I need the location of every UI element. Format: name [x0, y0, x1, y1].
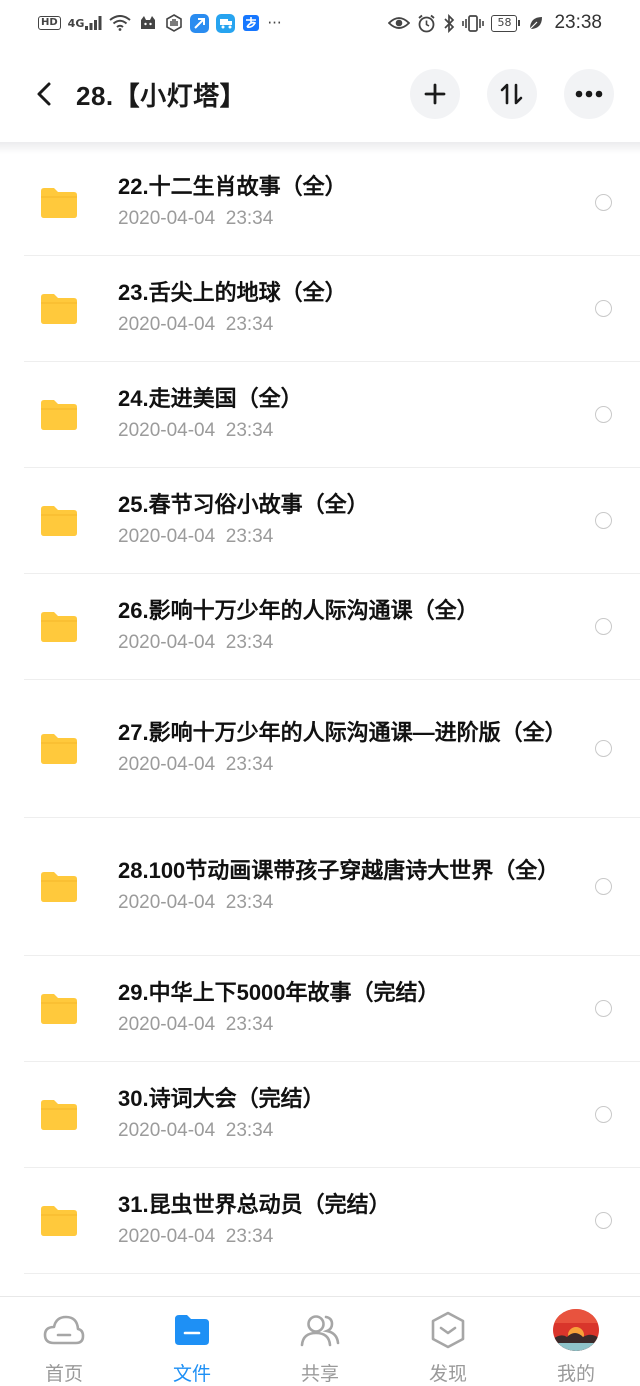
list-item[interactable]: 26.影响十万少年的人际沟通课（全） 2020-04-04 23:34	[24, 574, 640, 680]
folder-icon	[41, 1205, 77, 1236]
select-radio[interactable]	[595, 1212, 612, 1229]
bottom-nav: 首页 文件 共享 发现 我的	[0, 1296, 640, 1386]
folder-icon	[41, 399, 77, 430]
file-name: 29.中华上下5000年故事（完结）	[118, 980, 440, 1005]
list-item[interactable]: 24.走进美国（全） 2020-04-04 23:34	[24, 362, 640, 468]
status-time: 23:38	[554, 12, 602, 33]
list-item[interactable]: 27.影响十万少年的人际沟通课—进阶版（全） 2020-04-04 23:34	[24, 680, 640, 818]
discover-icon	[426, 1309, 470, 1351]
add-button[interactable]	[410, 69, 460, 119]
file-name: 22.十二生肖故事（全）	[118, 174, 347, 199]
nav-mine[interactable]: 我的	[512, 1297, 640, 1386]
folder-icon	[41, 187, 77, 218]
file-date: 2020-04-04 23:34	[118, 1120, 274, 1141]
file-name: 23.舌尖上的地球（全）	[118, 280, 347, 305]
list-item[interactable]: 30.诗词大会（完结） 2020-04-04 23:34	[24, 1062, 640, 1168]
avatar	[553, 1309, 599, 1351]
battery-indicator: 58	[491, 14, 521, 32]
folder-icon	[41, 1099, 77, 1130]
folder-filled-icon	[170, 1309, 214, 1351]
delivery-app-icon	[216, 13, 236, 33]
sort-icon	[500, 83, 523, 105]
alipay-icon	[242, 14, 260, 32]
page-title: 28.【小灯塔】	[76, 80, 247, 111]
file-date: 2020-04-04 23:34	[118, 420, 274, 441]
file-date: 2020-04-04 23:34	[118, 314, 274, 335]
folder-icon	[41, 293, 77, 324]
blue-app-icon	[190, 13, 210, 33]
file-date: 2020-04-04 23:34	[118, 1226, 274, 1247]
file-date: 2020-04-04 23:34	[118, 632, 274, 653]
folder-icon	[41, 871, 77, 902]
leaf-icon	[528, 15, 543, 31]
wifi-icon	[109, 15, 131, 31]
file-name: 25.春节习俗小故事（全）	[118, 492, 369, 517]
hand-app-icon	[165, 14, 183, 32]
folder-icon	[41, 505, 77, 536]
nav-share[interactable]: 共享	[256, 1297, 384, 1386]
file-name: 28.100节动画课带孩子穿越唐诗大世界（全）	[118, 858, 560, 883]
eye-comfort-icon	[388, 15, 411, 31]
back-button[interactable]	[20, 69, 70, 119]
more-notifications-icon: ···	[267, 13, 282, 32]
select-radio[interactable]	[595, 512, 612, 529]
cat-app-icon	[138, 15, 158, 31]
cell-signal-icon: 4G	[68, 15, 103, 31]
status-bar: HD 4G ··· 58 23:38	[0, 0, 640, 46]
nav-files[interactable]: 文件	[128, 1297, 256, 1386]
vibrate-icon	[462, 14, 485, 33]
file-list: 22.十二生肖故事（全） 2020-04-04 23:34 23.舌尖上的地球（全…	[0, 150, 640, 1274]
header-bar: 28.【小灯塔】	[0, 46, 640, 142]
chevron-left-icon	[37, 82, 51, 106]
cloud-icon	[42, 1309, 86, 1351]
list-item[interactable]: 23.舌尖上的地球（全） 2020-04-04 23:34	[24, 256, 640, 362]
file-date: 2020-04-04 23:34	[118, 754, 274, 775]
nav-discover[interactable]: 发现	[384, 1297, 512, 1386]
list-item[interactable]: 31.昆虫世界总动员（完结） 2020-04-04 23:34	[24, 1168, 640, 1274]
file-name: 26.影响十万少年的人际沟通课（全）	[118, 598, 479, 623]
file-date: 2020-04-04 23:34	[118, 1014, 274, 1035]
plus-icon	[424, 83, 446, 105]
select-radio[interactable]	[595, 406, 612, 423]
list-item[interactable]: 25.春节习俗小故事（全） 2020-04-04 23:34	[24, 468, 640, 574]
folder-icon	[41, 733, 77, 764]
hd-indicator: HD	[38, 16, 61, 30]
file-name: 30.诗词大会（完结）	[118, 1086, 325, 1111]
more-horizontal-icon	[575, 90, 603, 98]
nav-home-label: 首页	[44, 1363, 83, 1385]
select-radio[interactable]	[595, 300, 612, 317]
file-name: 24.走进美国（全）	[118, 386, 303, 411]
list-item[interactable]: 22.十二生肖故事（全） 2020-04-04 23:34	[24, 150, 640, 256]
list-item[interactable]: 29.中华上下5000年故事（完结） 2020-04-04 23:34	[24, 956, 640, 1062]
select-radio[interactable]	[595, 740, 612, 757]
folder-icon	[41, 993, 77, 1024]
sort-button[interactable]	[487, 69, 537, 119]
nav-home[interactable]: 首页	[0, 1297, 128, 1386]
nav-discover-label: 发现	[428, 1363, 467, 1385]
nav-mine-label: 我的	[556, 1363, 595, 1385]
bluetooth-icon	[443, 13, 455, 33]
nav-share-label: 共享	[300, 1363, 339, 1385]
file-date: 2020-04-04 23:34	[118, 892, 274, 913]
alarm-icon	[417, 14, 436, 33]
select-radio[interactable]	[595, 194, 612, 211]
more-options-button[interactable]	[564, 69, 614, 119]
file-date: 2020-04-04 23:34	[118, 526, 274, 547]
file-date: 2020-04-04 23:34	[118, 208, 274, 229]
list-item[interactable]: 28.100节动画课带孩子穿越唐诗大世界（全） 2020-04-04 23:34	[24, 818, 640, 956]
users-icon	[298, 1309, 342, 1351]
select-radio[interactable]	[595, 1106, 612, 1123]
nav-files-label: 文件	[172, 1363, 211, 1385]
select-radio[interactable]	[595, 618, 612, 635]
network-type-label: 4G	[67, 16, 85, 30]
select-radio[interactable]	[595, 1000, 612, 1017]
file-name: 27.影响十万少年的人际沟通课—进阶版（全）	[118, 720, 567, 745]
folder-icon	[41, 611, 77, 642]
select-radio[interactable]	[595, 878, 612, 895]
file-name: 31.昆虫世界总动员（完结）	[118, 1192, 391, 1217]
